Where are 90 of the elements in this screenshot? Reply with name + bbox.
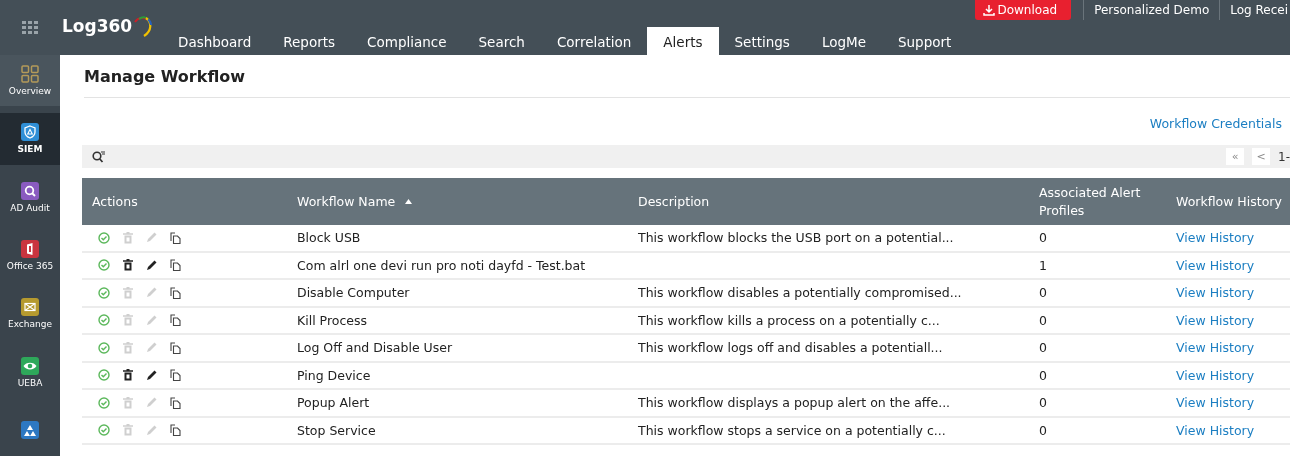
sidebar-item[interactable]: Exchange (0, 288, 60, 340)
mail-icon (21, 298, 39, 317)
description-text: This workflow disables a potentially compromised... (638, 285, 962, 301)
workflow-name: Ping Device (297, 367, 371, 383)
description-text: This workflow blocks the USB port on a potential... (638, 230, 954, 246)
view-history-link[interactable]: View History (1176, 257, 1255, 273)
brand-logo-text: Log360 (62, 16, 133, 36)
profile-count: 0 (1039, 285, 1047, 301)
view-history-link[interactable]: View History (1176, 395, 1255, 411)
copy-icon[interactable] (170, 314, 181, 327)
check-circle-icon[interactable] (98, 314, 110, 327)
nav-tab[interactable]: Alerts (647, 27, 719, 55)
nav-tab[interactable]: Support (882, 27, 968, 55)
check-circle-icon[interactable] (98, 396, 110, 409)
previous-page-button[interactable]: < (1252, 148, 1271, 165)
column-header[interactable]: Description (628, 178, 1029, 225)
workflow-name: Disable Computer (297, 285, 410, 301)
view-history-link[interactable]: View History (1176, 285, 1255, 301)
pencil-icon[interactable] (146, 369, 157, 381)
check-circle-icon[interactable] (98, 231, 110, 244)
page-title: Manage Workflow (84, 67, 245, 88)
check-circle-icon[interactable] (98, 369, 110, 382)
profile-count: 1 (1039, 257, 1047, 273)
view-history-link[interactable]: View History (1176, 340, 1255, 356)
workflow-name: Com alrl one devi run pro noti dayfd - Test.bat (297, 257, 586, 273)
trash-icon[interactable] (123, 259, 133, 272)
nav-tab[interactable]: Dashboard (162, 27, 268, 55)
shield-icon (21, 123, 39, 142)
profile-count: 0 (1039, 312, 1047, 328)
sort-ascending-icon (405, 199, 413, 204)
workflow-name: Stop Service (297, 422, 376, 438)
check-circle-icon[interactable] (98, 259, 110, 272)
nav-tab[interactable]: LogMe (805, 27, 882, 55)
page-range: 1- (1278, 149, 1290, 164)
search-icon (21, 181, 39, 200)
description-text: This workflow displays a popup alert on the affe... (638, 395, 951, 411)
sidebar-item[interactable]: UEBA (0, 346, 60, 398)
nav-tab[interactable]: Correlation (540, 27, 648, 55)
sidebar-item[interactable]: AD Audit (0, 171, 60, 223)
column-header[interactable]: Workflow History (1166, 178, 1290, 225)
download-icon (983, 4, 996, 16)
download-button[interactable]: Download (975, 0, 1072, 20)
view-history-link[interactable]: View History (1176, 422, 1255, 438)
view-history-link[interactable]: View History (1176, 367, 1255, 383)
copy-icon[interactable] (170, 369, 181, 382)
copy-icon[interactable] (170, 341, 181, 354)
column-header[interactable]: Actions (82, 178, 287, 225)
description-text: This workflow kills a process on a potentially c... (638, 312, 940, 328)
description-text: This workflow logs off and disables a potentiall... (638, 340, 943, 356)
workflow-name: Block USB (297, 230, 361, 246)
profile-count: 0 (1039, 230, 1047, 246)
nav-tab[interactable]: Reports (267, 27, 352, 55)
copy-icon[interactable] (170, 396, 181, 409)
eye-icon (21, 356, 39, 375)
workflow-name: Popup Alert (297, 395, 370, 411)
search-icon[interactable] (92, 150, 106, 163)
apps-grid-icon[interactable] (22, 20, 38, 35)
pencil-icon[interactable] (146, 259, 157, 271)
office-icon (21, 240, 39, 258)
triangles-icon (21, 421, 39, 440)
header-link[interactable]: Log Recei (1219, 0, 1290, 20)
sidebar-item[interactable]: Overview (0, 55, 60, 107)
sidebar-item[interactable]: SIEM (0, 113, 60, 165)
column-header[interactable]: Associated Alert Profiles (1029, 178, 1166, 225)
copy-icon[interactable] (170, 231, 181, 244)
profile-count: 0 (1039, 395, 1047, 411)
copy-icon[interactable] (170, 286, 181, 299)
nav-tab[interactable]: Settings (718, 27, 806, 55)
copy-icon[interactable] (170, 424, 181, 437)
first-page-button[interactable]: « (1226, 148, 1245, 165)
description-text: This workflow stops a service on a potentially c... (638, 422, 946, 438)
view-history-link[interactable]: View History (1176, 230, 1255, 246)
check-circle-icon[interactable] (98, 424, 110, 437)
header-link[interactable]: Personalized Demo (1083, 0, 1220, 20)
nav-tab[interactable]: Search (462, 27, 541, 55)
check-circle-icon[interactable] (98, 286, 110, 299)
check-circle-icon[interactable] (98, 341, 110, 354)
copy-icon[interactable] (170, 259, 181, 272)
workflow-name: Log Off and Disable User (297, 340, 453, 356)
sidebar-item[interactable]: Office 365 (0, 229, 60, 282)
nav-tab[interactable]: Compliance (351, 27, 463, 55)
profile-count: 0 (1039, 422, 1047, 438)
view-history-link[interactable]: View History (1176, 312, 1255, 328)
profile-count: 0 (1039, 340, 1047, 356)
profile-count: 0 (1039, 367, 1047, 383)
trash-icon[interactable] (123, 369, 133, 382)
column-header[interactable]: Workflow Name (287, 178, 628, 225)
workflow-credentials-link[interactable]: Workflow Credentials (1149, 116, 1282, 131)
workflow-name: Kill Process (297, 312, 367, 328)
arc-logo-icon (133, 16, 154, 38)
